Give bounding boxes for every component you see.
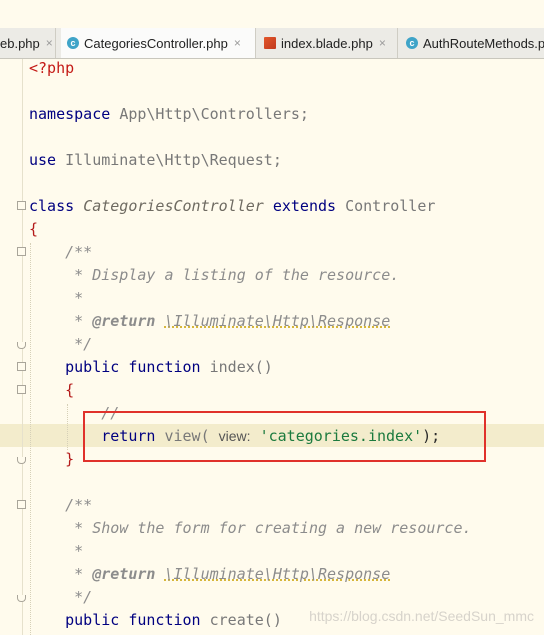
code-line: */ <box>29 586 92 609</box>
brace: } <box>65 450 75 468</box>
keyword: class <box>29 197 75 215</box>
doc-return-tag: @return <box>92 312 156 330</box>
fold-marker-icon[interactable] <box>17 385 26 394</box>
keyword: function <box>128 611 201 629</box>
code-editor[interactable]: <?php namespace App\Http\Controllers; us… <box>0 59 544 635</box>
method-name: index() <box>209 358 273 376</box>
doc-comment: * Display a listing of the resource. <box>65 266 400 284</box>
fold-marker-icon[interactable] <box>17 500 26 509</box>
fold-end-icon[interactable] <box>17 595 26 602</box>
watermark: https://blog.csdn.net/SeedSun_mmc <box>309 608 534 624</box>
close-icon[interactable]: × <box>234 36 241 50</box>
keyword: public <box>65 358 120 376</box>
code-line: * <box>29 540 83 563</box>
doc-comment: */ <box>65 588 93 606</box>
php-class-icon: c <box>406 37 418 49</box>
keyword: namespace <box>29 105 111 123</box>
code-line: public function create() <box>29 609 282 632</box>
keyword: use <box>29 151 57 169</box>
code-line: * @return \Illuminate\Http\Response <box>29 563 390 586</box>
tab-label: eb.php <box>0 35 40 51</box>
close-icon[interactable]: × <box>46 36 53 50</box>
code-line: * @return \Illuminate\Http\Response <box>29 310 390 333</box>
annotation-highlight-box <box>83 411 486 462</box>
fold-marker-icon[interactable] <box>17 247 26 256</box>
fold-end-icon[interactable] <box>17 457 26 464</box>
doc-return-tag: @return <box>92 565 156 583</box>
keyword: extends <box>272 197 337 215</box>
code-line: * <box>29 287 83 310</box>
fold-marker-icon[interactable] <box>17 362 26 371</box>
tab-label: AuthRouteMethods.p <box>423 35 544 51</box>
tab-web-php[interactable]: eb.php × <box>0 28 56 58</box>
method-name: create() <box>209 611 282 629</box>
code-line: * Display a listing of the resource. <box>29 264 399 287</box>
namespace-path: App\Http\Controllers; <box>119 105 309 123</box>
doc-return-type[interactable]: \Illuminate\Http\Response <box>164 565 390 583</box>
tab-auth-route-methods[interactable]: c AuthRouteMethods.p <box>400 28 544 58</box>
doc-comment: * <box>65 289 84 307</box>
doc-comment: */ <box>65 335 93 353</box>
code-line: { <box>29 379 74 402</box>
import-path: Illuminate\Http\Request; <box>65 151 282 169</box>
code-line: * Show the form for creating a new resou… <box>29 517 472 540</box>
blade-file-icon <box>264 37 276 49</box>
doc-comment: * <box>65 312 93 330</box>
keyword: public <box>65 611 120 629</box>
doc-comment: /** <box>65 496 93 514</box>
code-line: */ <box>29 333 92 356</box>
code-line: /** <box>29 494 92 517</box>
php-open-tag: <?php <box>29 59 75 77</box>
doc-comment: * Show the form for creating a new resou… <box>65 519 472 537</box>
code-line: <?php <box>29 57 74 80</box>
keyword: function <box>128 358 201 376</box>
parent-class: Controller <box>345 197 436 215</box>
code-line: } <box>29 448 74 471</box>
editor-tab-bar: eb.php × c CategoriesController.php × in… <box>0 28 544 59</box>
code-line: public function index() <box>29 356 273 379</box>
fold-end-icon[interactable] <box>17 342 26 349</box>
code-line: { <box>29 218 38 241</box>
doc-return-type[interactable]: \Illuminate\Http\Response <box>164 312 390 330</box>
tab-index-blade[interactable]: index.blade.php × <box>258 28 398 58</box>
close-icon[interactable]: × <box>379 36 386 50</box>
tab-categories-controller[interactable]: c CategoriesController.php × <box>61 28 256 58</box>
brace: { <box>29 220 39 238</box>
tab-label: index.blade.php <box>281 35 373 51</box>
doc-comment: * <box>65 542 84 560</box>
fold-marker-icon[interactable] <box>17 201 26 210</box>
code-line: use Illuminate\Http\Request; <box>29 149 282 172</box>
class-name: CategoriesController <box>83 197 264 215</box>
doc-comment: /** <box>65 243 93 261</box>
tab-label: CategoriesController.php <box>84 35 228 51</box>
brace: { <box>65 381 75 399</box>
code-line: /** <box>29 241 92 264</box>
doc-comment: * <box>65 565 93 583</box>
code-line: class CategoriesController extends Contr… <box>29 195 435 218</box>
code-line: namespace App\Http\Controllers; <box>29 103 309 126</box>
php-class-icon: c <box>67 37 79 49</box>
